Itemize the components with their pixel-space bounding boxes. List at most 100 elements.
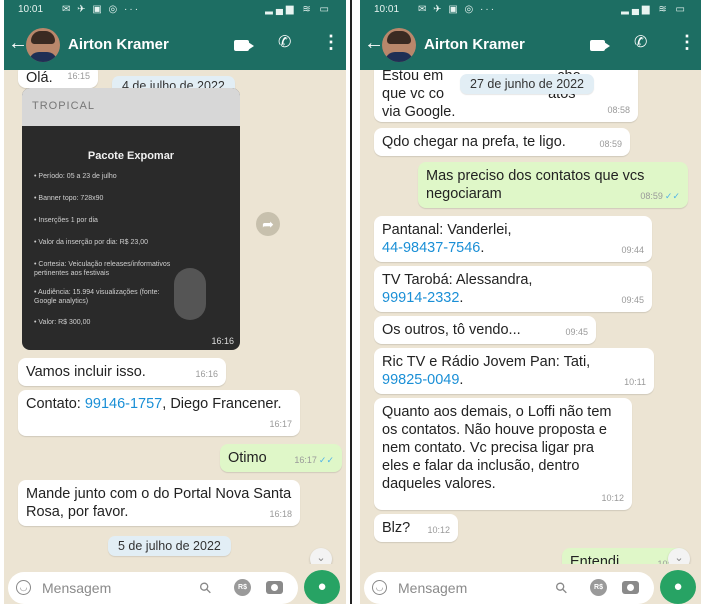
attach-icon[interactable]: ⚲ [551,578,572,598]
more-options-icon[interactable]: ⋮ [678,32,696,53]
message-bubble: Quanto aos demais, o Loffi não tem os co… [374,398,632,510]
contact-name[interactable]: Airton Kramer [68,36,169,53]
phone-link[interactable]: 44-98437-7546 [382,240,480,256]
image-time: 16:16 [211,336,234,346]
contact-name[interactable]: Airton Kramer [424,36,525,53]
message-bubble: Qdo chegar na prefa, te ligo. 08:59 [374,128,630,156]
camera-icon[interactable] [622,581,639,594]
message-text: Mas preciso dos contatos que vcs negocia… [426,168,645,202]
message-time: 09:45 [621,295,644,305]
message-text-suffix: . [480,240,485,256]
message-time-value: 16:17 [294,455,317,465]
image-line: • Inserções 1 por dia [34,217,98,224]
message-text-suffix: , Diego Francener. [162,396,282,412]
message-text-suffix: . [459,290,464,306]
message-text: Estou em [382,70,444,84]
message-text-prefix: Contato: [26,396,85,412]
left-chat-screen: 10:01 ✉ ✈ ▣ ◎ ··· ▂▄▆ ≋ ▭ ← Airton Krame… [4,0,346,604]
back-arrow-icon[interactable]: ← [8,32,28,55]
chat-header: ← Airton Kramer ✆ ⋮ [4,20,346,70]
notification-icons: ✉ ✈ ▣ ◎ ··· [418,4,497,15]
image-line: • Valor: R$ 300,00 [34,319,91,326]
message-placeholder: Mensagem [42,580,112,596]
right-chat-screen: 10:01 ✉ ✈ ▣ ◎ ··· ▂▄▆ ≋ ▭ ← Airton Krame… [360,0,701,604]
scroll-down-icon[interactable]: ⌄ [310,548,332,564]
message-text: Vamos incluir isso. [26,364,146,380]
image-message[interactable]: TROPICAL Pacote Expomar • Período: 05 a … [22,88,240,350]
message-bubble: Pantanal: Vanderlei, 44-98437-7546. 09:4… [374,216,652,262]
message-bubble: Mande junto com o do Portal Nova Santa R… [18,480,300,526]
message-time: 16:18 [269,509,292,519]
message-time: 10:12 [427,525,450,535]
message-time: 10:12 [601,493,624,503]
image-line: • Período: 05 a 23 de julho [34,173,117,180]
screenshot-divider [350,0,352,604]
message-text: Quanto aos demais, o Loffi não tem os co… [382,404,612,492]
message-input[interactable]: ◡ Mensagem ⚲ R$ [364,572,654,604]
message-time: 08:59 ✓✓ [640,187,680,205]
message-line: via Google. [382,104,456,120]
message-time: 16:17 ✓✓ [294,451,334,469]
phone-link[interactable]: 99914-2332 [382,290,459,306]
message-time: 16:16 [195,369,218,379]
camera-icon[interactable] [266,581,283,594]
message-text: Pantanal: Vanderlei, [382,222,512,238]
avatar[interactable] [26,28,60,62]
image-title: Pacote Expomar [87,150,175,162]
message-bubble: Vamos incluir isso. 16:16 [18,358,226,386]
status-bar: 10:01 ✉ ✈ ▣ ◎ ··· ▂▄▆ ≋ ▭ [360,0,701,20]
avatar[interactable] [382,28,416,62]
message-text: que vc co [382,86,445,102]
date-chip: 5 de julho de 2022 [108,536,231,556]
microphone-picture [174,268,206,320]
read-receipt-icon: ✓✓ [318,455,334,465]
message-text: Otimo [228,450,267,466]
image-line: • Banner topo: 728x90 [34,195,104,202]
video-call-icon[interactable] [590,40,610,51]
message-time: 09:45 [565,327,588,337]
more-options-icon[interactable]: ⋮ [322,32,340,53]
signal-wifi-battery-icons: ▂▄▆ ≋ ▭ [621,4,688,15]
message-time: 08:58 [607,105,630,115]
forward-icon[interactable]: ➦ [256,212,280,236]
payment-icon[interactable]: R$ [234,579,251,596]
status-time: 10:01 [18,4,44,15]
message-time: 08:59 [599,139,622,149]
message-input[interactable]: ◡ Mensagem ⚲ R$ [8,572,298,604]
message-time: 16:17 [269,419,292,429]
outgoing-message-bubble: Otimo 16:17 ✓✓ [220,444,342,472]
image-line: • Cortesia: Veiculação releases/informat… [34,261,171,277]
message-text: Os outros, tô vendo... [382,322,521,338]
message-text: Qdo chegar na prefa, te ligo. [382,134,566,150]
message-composer: ◡ Mensagem ⚲ R$ ● [4,568,346,604]
notification-icons: ✉ ✈ ▣ ◎ ··· [62,4,141,15]
phone-call-icon[interactable]: ✆ [278,32,291,52]
message-time: 16:15 [67,71,90,81]
phone-call-icon[interactable]: ✆ [634,32,647,52]
back-arrow-icon[interactable]: ← [364,32,384,55]
message-text: Entendi [570,554,620,564]
video-call-icon[interactable] [234,40,254,51]
emoji-icon[interactable]: ◡ [372,580,387,595]
message-bubble: TV Tarobá: Alessandra, 99914-2332. 09:45 [374,266,652,312]
message-composer: ◡ Mensagem ⚲ R$ ● [360,568,701,604]
attach-icon[interactable]: ⚲ [195,578,216,598]
scroll-down-icon[interactable]: ⌄ [668,548,690,564]
message-bubble: Contato: 99146-1757, Diego Francener. 16… [18,390,300,436]
status-time: 10:01 [374,4,400,15]
outgoing-message-bubble: Mas preciso dos contatos que vcs negocia… [418,162,688,208]
read-receipt-icon: ✓✓ [664,191,680,201]
message-placeholder: Mensagem [398,580,468,596]
emoji-icon[interactable]: ◡ [16,580,31,595]
chat-header: ← Airton Kramer ✆ ⋮ [360,20,701,70]
payment-icon[interactable]: R$ [590,579,607,596]
phone-link[interactable]: 99825-0049 [382,372,459,388]
message-time: 10:11 [624,377,646,387]
phone-link[interactable]: 99146-1757 [85,396,162,412]
mic-button[interactable]: ● [660,570,696,604]
message-list[interactable]: Olá. 16:15 4 de julho de 2022 TROPICAL P… [4,70,346,564]
image-line: • Valor da inserção por dia: R$ 23,00 [34,239,148,246]
mic-button[interactable]: ● [304,570,340,604]
message-time-value: 08:59 [640,191,663,201]
message-list[interactable]: Estou em cho que vc co atos via Google. … [360,70,701,564]
